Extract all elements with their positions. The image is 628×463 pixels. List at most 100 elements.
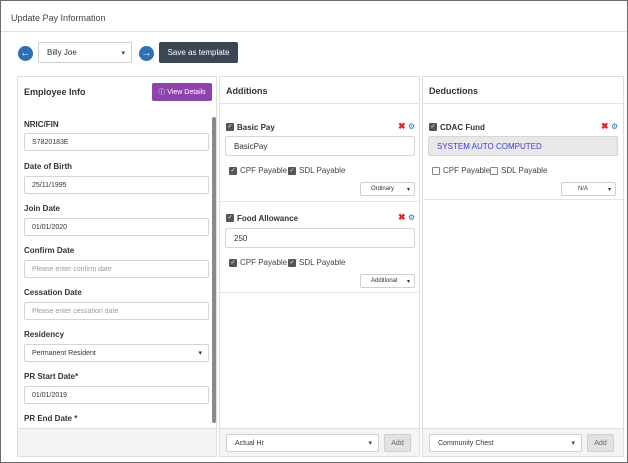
divider [220, 292, 419, 293]
deductions-add-button[interactable]: Add [587, 434, 614, 452]
basic-pay-cpf-option[interactable]: ✓ CPF Payable [229, 166, 287, 175]
divider [423, 103, 623, 104]
save-as-template-button[interactable]: Save as template [159, 42, 238, 63]
close-x-icon[interactable]: ✖ [601, 122, 609, 131]
basic-pay-value: BasicPay [234, 141, 268, 151]
additions-add-button[interactable]: Add [384, 434, 411, 452]
gear-icon[interactable]: ⚙ [611, 122, 618, 131]
page-title: Update Pay Information [11, 13, 106, 23]
pr-start-date-label: PR Start Date* [24, 372, 79, 381]
deductions-title: Deductions [429, 86, 479, 96]
food-allowance-value-field[interactable]: 250 [225, 228, 415, 248]
cdac-fund-type-value: N/A [578, 186, 589, 192]
basic-pay-type-select[interactable]: Ordinary ▾ [360, 182, 415, 196]
pr-start-date-field[interactable]: 01/01/2019 [24, 386, 209, 404]
cessation-date-placeholder: Please enter cessation date [32, 307, 119, 315]
chevron-down-icon: ▾ [406, 186, 410, 193]
chevron-down-icon: ▾ [121, 49, 125, 57]
food-allowance-name: Food Allowance [237, 214, 299, 223]
food-allowance-cpf-option[interactable]: ✓ CPF Payable [229, 258, 287, 267]
confirm-date-label: Confirm Date [24, 246, 75, 255]
additions-footer: Actual Hr ▾ Add [220, 428, 419, 456]
basic-pay-type-value: Ordinary [371, 186, 395, 192]
cdac-fund-sdl-option[interactable]: SDL Payable [490, 166, 547, 175]
chevron-down-icon: ▾ [571, 440, 575, 447]
pr-start-date-value: 01/01/2019 [32, 391, 68, 399]
dob-field[interactable]: 25/11/1995 [24, 176, 209, 194]
food-allowance-cpf-label: CPF Payable [240, 258, 288, 267]
dob-value: 25/11/1995 [32, 181, 67, 189]
food-allowance-type-select[interactable]: Additional ▾ [360, 274, 415, 288]
additions-footer-select[interactable]: Actual Hr ▾ [226, 434, 379, 452]
basic-pay-sdl-option[interactable]: ✓ SDL Payable [288, 166, 345, 175]
gear-icon[interactable]: ⚙ [408, 122, 415, 131]
view-details-label: View Details [167, 88, 206, 96]
join-date-label: Join Date [24, 204, 61, 213]
employee-info-title: Employee Info [24, 87, 86, 97]
join-date-field[interactable]: 01/01/2020 [24, 218, 209, 236]
cdac-fund-cpf-checkbox[interactable] [432, 166, 440, 175]
food-allowance-sdl-checkbox[interactable]: ✓ [288, 258, 296, 267]
food-allowance-sdl-label: SDL Payable [299, 258, 346, 267]
join-date-value: 01/01/2020 [32, 223, 68, 231]
employee-select-value: Billy Joe [47, 48, 77, 57]
residency-select[interactable]: Permanent Resident ▾ [24, 344, 209, 362]
scrollbar[interactable] [212, 117, 216, 423]
basic-pay-checkbox[interactable]: ✓ [226, 123, 234, 131]
additions-title: Additions [226, 86, 268, 96]
cdac-fund-value: SYSTEM AUTO COMPUTED [437, 141, 542, 151]
toolbar: ← Billy Joe ▾ → Save as template [1, 39, 627, 69]
basic-pay-cpf-label: CPF Payable [240, 166, 288, 175]
cdac-fund-sdl-label: SDL Payable [501, 166, 548, 175]
view-details-button[interactable]: ⓘ View Details [152, 83, 212, 101]
divider [220, 201, 419, 202]
chevron-down-icon: ▾ [368, 440, 372, 447]
deductions-footer-select-value: Community Chest [438, 439, 494, 447]
cessation-date-field[interactable]: Please enter cessation date [24, 302, 209, 320]
food-allowance-sdl-option[interactable]: ✓ SDL Payable [288, 258, 345, 267]
chevron-down-icon: ▾ [607, 186, 611, 193]
nric-label: NRIC/FIN [24, 120, 59, 129]
confirm-date-placeholder: Please enter confirm date [32, 265, 112, 273]
arrow-left-circle-icon[interactable]: ← [18, 46, 33, 61]
cdac-fund-cpf-label: CPF Payable [443, 166, 491, 175]
basic-pay-value-field[interactable]: BasicPay [225, 136, 415, 156]
cessation-date-label: Cessation Date [24, 288, 82, 297]
nric-field[interactable]: S7820183E [24, 133, 209, 151]
close-x-icon[interactable]: ✖ [398, 122, 406, 131]
close-x-icon[interactable]: ✖ [398, 213, 406, 222]
cdac-fund-name: CDAC Fund [440, 123, 485, 132]
confirm-date-field[interactable]: Please enter confirm date [24, 260, 209, 278]
basic-pay-cpf-checkbox[interactable]: ✓ [229, 166, 237, 175]
cdac-fund-sdl-checkbox[interactable] [490, 166, 498, 175]
divider [423, 199, 623, 200]
residency-label: Residency [24, 330, 65, 339]
scrollbar-thumb[interactable] [212, 117, 216, 423]
cdac-fund-checkbox[interactable]: ✓ [429, 123, 437, 131]
basic-pay-sdl-label: SDL Payable [299, 166, 346, 175]
employee-select[interactable]: Billy Joe ▾ [38, 42, 132, 63]
food-allowance-type-value: Additional [371, 278, 398, 284]
cdac-fund-type-select[interactable]: N/A ▾ [561, 182, 616, 196]
pr-end-date-label: PR End Date * [24, 414, 78, 423]
nric-value: S7820183E [32, 138, 69, 146]
employee-info-panel: Employee Info ⓘ View Details NRIC/FIN S7… [17, 76, 217, 457]
deductions-footer-select[interactable]: Community Chest ▾ [429, 434, 582, 452]
update-pay-window: Update Pay Information ← Billy Joe ▾ → S… [0, 0, 628, 463]
food-allowance-checkbox[interactable]: ✓ [226, 214, 234, 222]
cdac-fund-cpf-option[interactable]: CPF Payable [432, 166, 490, 175]
additions-panel: Additions ✓ Basic Pay ✖ ⚙ BasicPay ✓ CPF… [219, 76, 420, 457]
arrow-right-circle-icon[interactable]: → [139, 46, 154, 61]
page-header: Update Pay Information [1, 1, 627, 32]
dob-label: Date of Birth [24, 162, 72, 171]
food-allowance-cpf-checkbox[interactable]: ✓ [229, 258, 237, 267]
deductions-footer: Community Chest ▾ Add [423, 428, 623, 456]
chevron-down-icon: ▾ [198, 350, 202, 357]
info-circle-icon: ⓘ [158, 89, 166, 96]
basic-pay-name: Basic Pay [237, 123, 275, 132]
basic-pay-sdl-checkbox[interactable]: ✓ [288, 166, 296, 175]
gear-icon[interactable]: ⚙ [408, 213, 415, 222]
chevron-down-icon: ▾ [406, 278, 410, 285]
food-allowance-value: 250 [234, 233, 248, 243]
additions-footer-select-value: Actual Hr [235, 439, 264, 447]
